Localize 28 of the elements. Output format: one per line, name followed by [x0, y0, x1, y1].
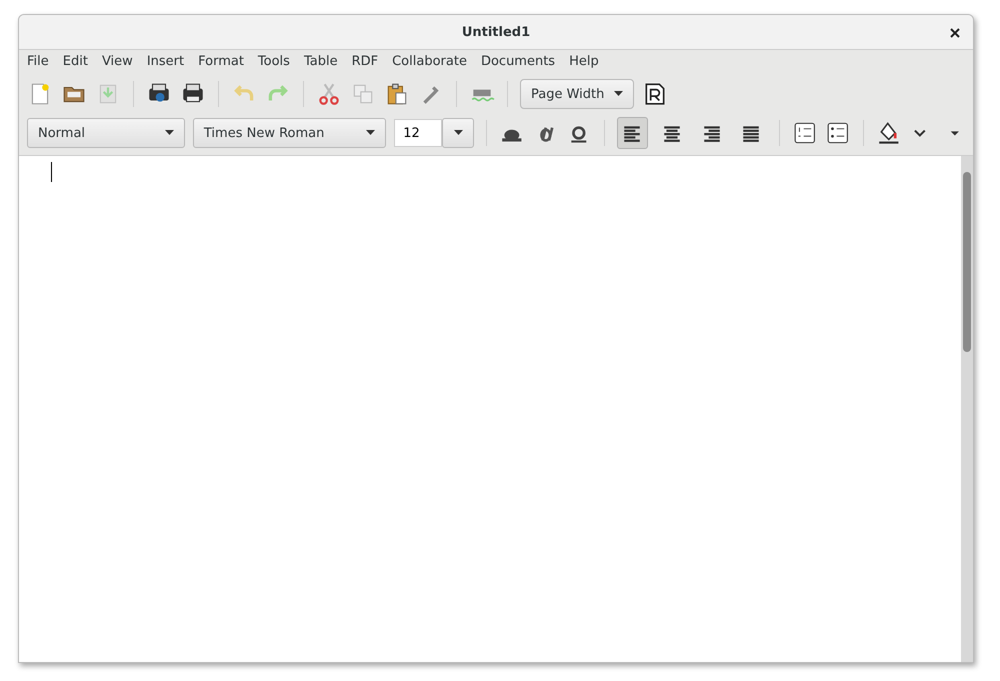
menu-item[interactable]: RDF [352, 54, 378, 69]
zoom-dropdown[interactable]: Page Width [520, 79, 634, 109]
menu-item[interactable]: Table [304, 54, 338, 69]
menu-item[interactable]: Tools [258, 54, 290, 69]
text-cursor [51, 162, 52, 182]
menu-item[interactable]: View [102, 54, 133, 69]
menu-item[interactable]: Edit [62, 54, 88, 69]
menu-item[interactable]: File [27, 54, 49, 69]
align-button[interactable] [616, 117, 648, 149]
font-size-dropdown-button[interactable] [442, 118, 474, 148]
caret-icon [454, 130, 463, 136]
menu-item[interactable]: Documents [480, 54, 556, 69]
scrollbar-thumb[interactable] [963, 172, 971, 352]
menu-item[interactable]: Format [198, 54, 244, 69]
font-size-field[interactable]: 12 [394, 119, 442, 147]
style-dropdown[interactable]: Normal [27, 118, 185, 148]
caret-icon [614, 91, 624, 97]
menu-item[interactable]: Help [569, 54, 599, 69]
caret-icon [366, 130, 376, 136]
menu-item[interactable]: Insert [146, 54, 184, 69]
close-icon [950, 28, 960, 38]
scrollbar[interactable] [961, 156, 973, 662]
font-dropdown[interactable]: Times New Roman [192, 118, 386, 148]
menu-item[interactable]: Collaborate [392, 54, 467, 69]
caret-icon [164, 130, 174, 136]
numbered-list-icon[interactable] [792, 120, 818, 146]
window-title: Untitled1 [462, 24, 530, 40]
bulleted-list-icon[interactable] [825, 120, 851, 146]
